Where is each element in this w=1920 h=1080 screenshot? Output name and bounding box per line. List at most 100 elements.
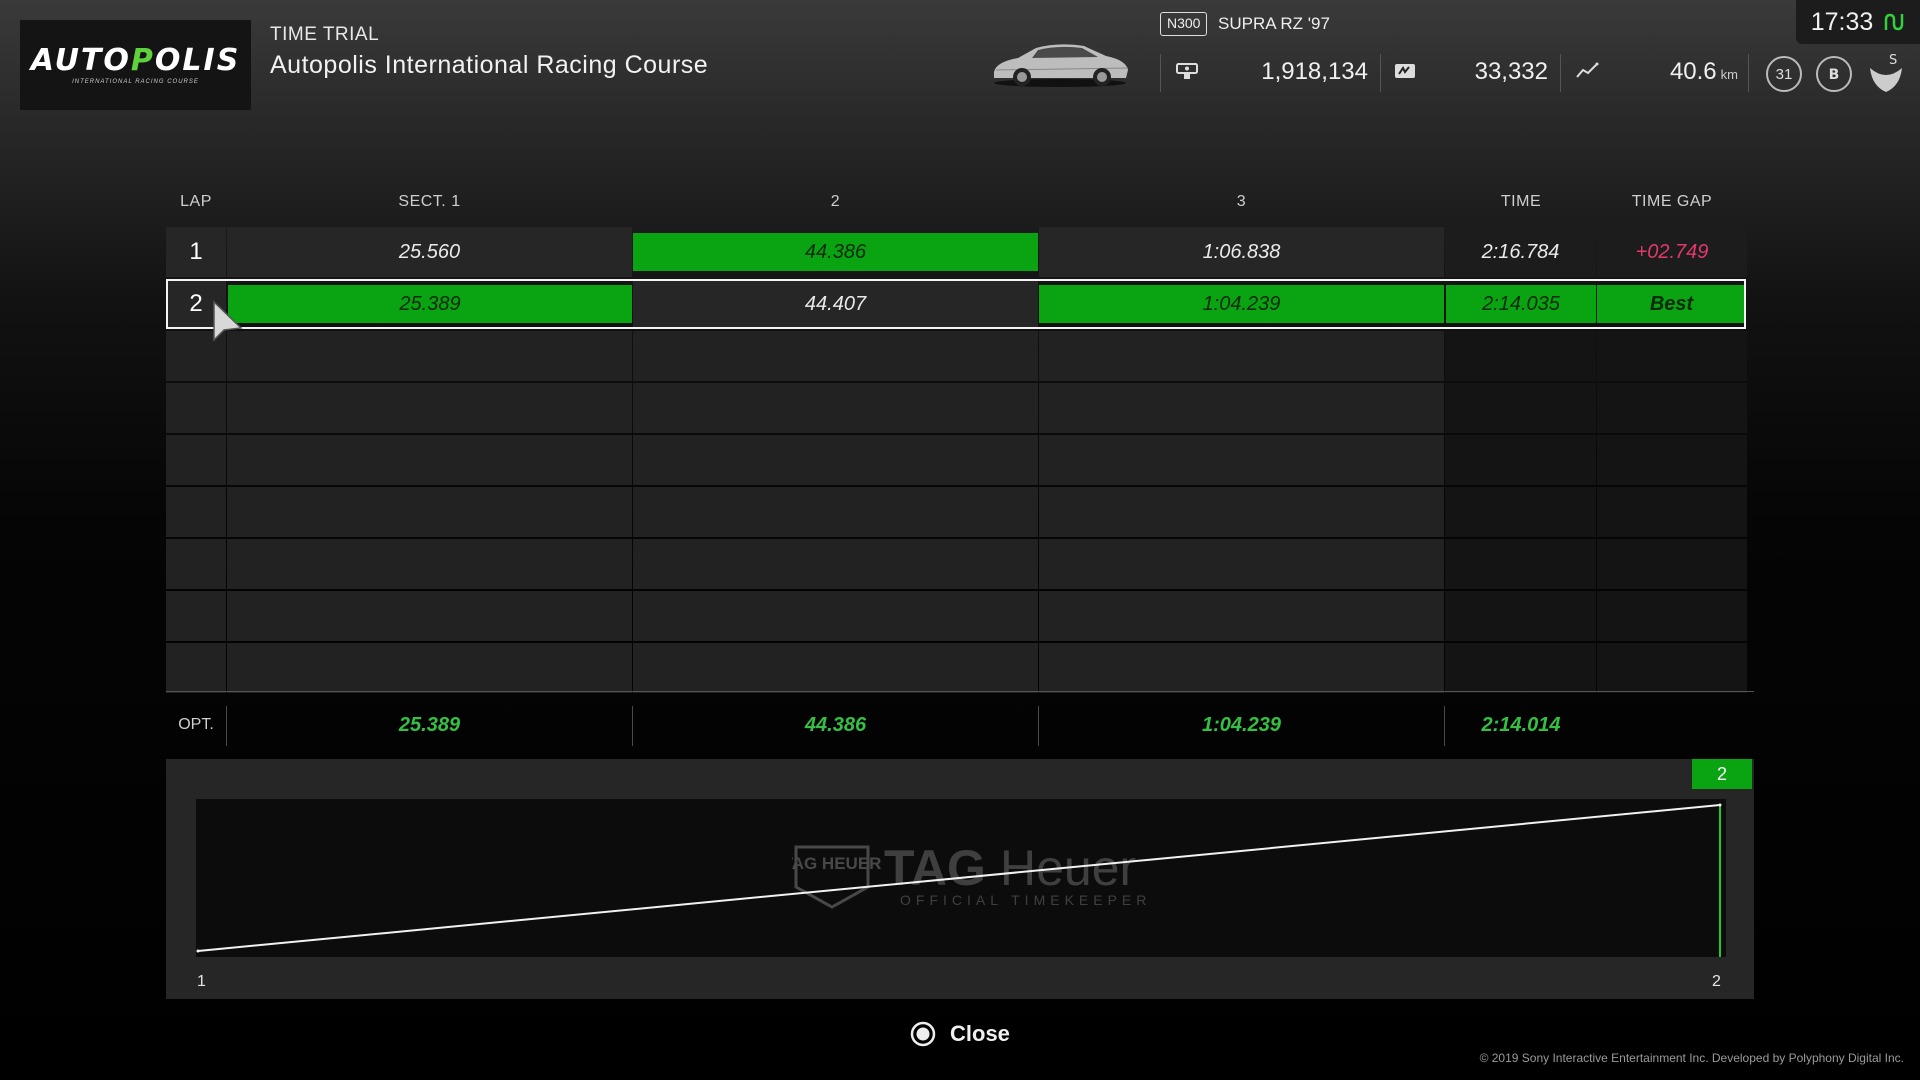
sector-1-time: 25.560 [227,227,632,277]
table-row-selected[interactable]: 2 25.389 44.407 1:04.239 2:14.035 Best [166,279,1754,329]
table-cell-empty [1445,487,1596,537]
table-cell-empty [1039,435,1444,485]
chart-x-label-last: 2 [1712,973,1721,990]
header-sector-2: 2 [830,193,841,210]
sector-1-time: 25.389 [228,285,632,323]
credits-value: 1,918,134 [1261,58,1368,85]
header-sector-3: 3 [1236,193,1247,210]
table-cell-empty [633,643,1038,693]
svg-text:S: S [1889,53,1897,68]
table-row-empty [166,643,1754,693]
table-cell-empty [1597,383,1747,433]
chart-svg [196,803,1722,957]
level-badge-icon[interactable]: 31 [1766,56,1802,92]
header-time-gap: TIME GAP [1631,193,1713,210]
clock-widget: 17:33 [1796,0,1920,44]
table-cell-empty [633,435,1038,485]
lap-time: 2:14.035 [1446,285,1596,323]
chart-selected-lap-badge: 2 [1692,759,1752,789]
chart-data-point [1718,803,1722,807]
table-row[interactable]: 1 25.560 44.386 1:06.838 2:16.784 +02.74… [166,227,1754,277]
logo-text-part: AUTO [30,42,131,78]
table-cell-empty [1039,331,1444,381]
table-cell-empty [1445,591,1596,641]
lap-time-chart: 2 TAG HEUER TAG Heuer OFFICIAL TIMEKEEPE… [166,759,1754,999]
mileage-points-value: 33,332 [1474,58,1548,85]
table-cell-empty [1597,539,1747,589]
table-cell-empty [1597,643,1747,693]
sector-2-time: 44.386 [633,233,1038,271]
copyright-notice: © 2019 Sony Interactive Entertainment In… [1479,1051,1904,1065]
table-cell-empty [1445,643,1596,693]
circle-button-icon [910,1021,936,1047]
table-row-empty [166,487,1754,537]
table-cell-empty [166,539,226,589]
table-cell-empty [166,435,226,485]
table-cell-empty [1445,331,1596,381]
table-cell-empty [1039,539,1444,589]
lap-time: 2:16.784 [1445,227,1596,277]
time-gap: Best [1597,285,1746,323]
stat-divider [1380,54,1381,92]
table-cell-empty [1445,435,1596,485]
table-cell-empty [227,435,632,485]
table-cell-empty [1445,539,1596,589]
table-cell-empty [633,331,1038,381]
table-cell-empty [633,539,1038,589]
mileage-icon [1392,60,1418,82]
table-row-empty [166,435,1754,485]
table-cell-empty [227,591,632,641]
chart-data-point [196,949,200,953]
chart-series-line [197,804,1721,952]
optimal-lap-time: 2:14.014 [1481,713,1561,736]
table-cell-empty [227,331,632,381]
pointer-cursor-icon [213,300,243,342]
distance-value: 40.6 [1669,58,1717,85]
close-button[interactable]: Close [910,1016,1010,1052]
distance-readout: 40.6 km [1620,58,1738,86]
sportsmanship-rating-icon[interactable]: S [1866,52,1906,94]
lap-number: 1 [166,227,226,277]
header-time: TIME [1500,193,1542,210]
table-cell-empty [633,487,1038,537]
stat-divider [1160,54,1161,92]
table-cell-empty [227,539,632,589]
table-cell-empty [1597,331,1747,381]
table-row-empty [166,539,1754,589]
close-label: Close [950,1021,1010,1046]
table-cell-empty [227,643,632,693]
credits-icon [1174,60,1200,82]
optimal-sector-1: 25.389 [398,713,461,736]
table-row-empty [166,331,1754,381]
table-cell-empty [166,591,226,641]
optimal-sector-2: 44.386 [804,713,867,736]
table-bottom-rule [166,691,1754,692]
logo-text-accent: P [130,42,155,78]
table-cell-empty [1039,591,1444,641]
driver-rating-icon[interactable]: B [1816,56,1852,92]
table-cell-empty [633,383,1038,433]
car-name: SUPRA RZ '97 [1218,14,1330,33]
table-cell-empty [1597,591,1747,641]
sector-3-time: 1:04.239 [1039,285,1444,323]
table-cell-empty [166,487,226,537]
svg-text:B: B [1829,67,1840,83]
sector-3-time: 1:06.838 [1039,227,1444,277]
logo-text-part: OLIS [154,42,241,78]
logo-subtitle: INTERNATIONAL RACING COURSE [72,78,199,85]
optimal-sector-3: 1:04.239 [1202,713,1281,736]
chart-x-label-first: 1 [197,973,206,990]
clock-time: 17:33 [1810,7,1874,36]
table-cell-empty [1039,643,1444,693]
table-cell-empty [166,643,226,693]
table-cell-empty [227,487,632,537]
network-status-icon [1885,13,1904,31]
table-row-empty [166,383,1754,433]
track-name-title: Autopolis International Racing Course [270,51,709,79]
event-type-label: TIME TRIAL [270,24,380,45]
table-cell-empty [1597,435,1747,485]
table-cell-empty [1445,383,1596,433]
stat-divider [1560,54,1561,92]
table-row-empty [166,591,1754,641]
table-cell-empty [633,591,1038,641]
